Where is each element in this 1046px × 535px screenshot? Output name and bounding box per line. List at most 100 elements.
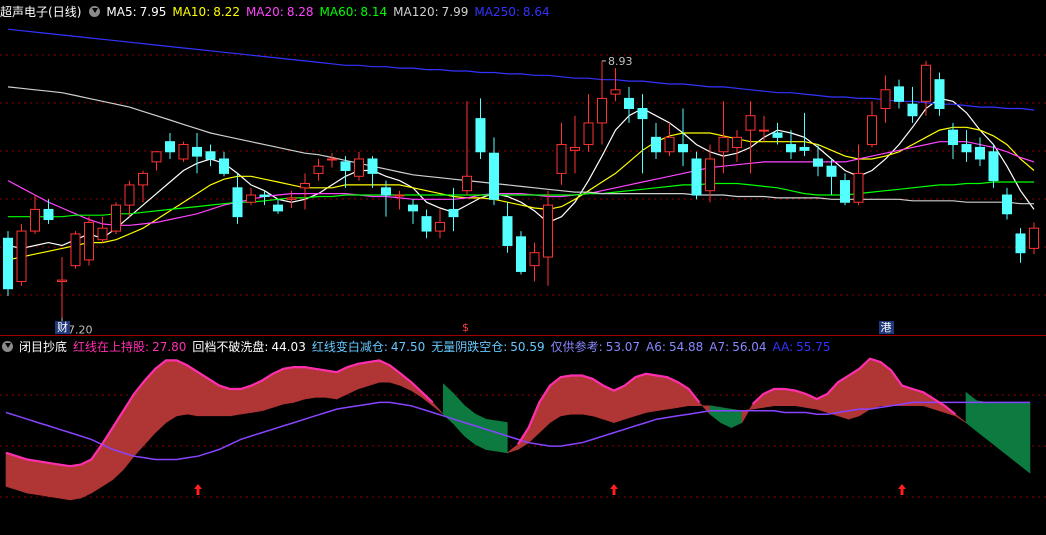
candle-body-down [165,141,175,153]
candle-body-up [16,230,27,283]
candle-body-up [543,204,553,258]
hold-area-red [272,368,284,408]
hold-area-red [581,375,593,417]
hold-area-red [155,359,167,434]
short-area-green [976,400,988,440]
settings-icon[interactable] [89,6,101,17]
candle-body-down [421,216,432,232]
candle-body-up [867,115,877,146]
candle-body-up [178,144,189,160]
event-marker[interactable]: 港 [878,321,894,334]
candle-body-up [664,136,675,153]
candle-body-down [273,204,283,212]
indicator-legend: 红线在上持股: 27.80 回档不破洗盘: 44.03 红线变白减仓: 47.50 无量阴跌… [73,340,836,354]
candle-body-down [259,194,270,197]
short-area-green [1019,402,1031,474]
hold-area-red [325,370,337,400]
chart-canvas: 8.93 7.20 [0,28,1046,501]
indicator-legend-item: 仅供参考: 53.07 [551,340,640,354]
hold-area-red [219,385,231,417]
candle-body-down [961,144,972,153]
hold-area-red [560,375,572,417]
candle-body-down [975,146,985,160]
candle-body-up [610,89,621,95]
candle-body-up [853,172,864,203]
candle-body-down [475,118,486,153]
candle-body-down [516,236,526,272]
candle-body-down [1015,233,1026,254]
moving-average-lines [7,28,1035,261]
candle-body-down [813,158,823,167]
ma-legend-label: MA60: [319,5,358,19]
indicator-name[interactable]: 闭目抄底 [19,340,67,354]
indicator-legend-item: A7: 56.04 [709,340,766,354]
candlestick-series [3,60,1039,318]
indicator-legend-label: 仅供参考: [550,340,603,354]
indicator-legend-item: 无量阴跌空仓: 50.59 [431,340,544,354]
ma-legend-value: 8.64 [522,5,550,19]
hold-area-red [59,464,71,501]
hold-area-red [368,360,380,387]
candle-body-up [435,221,445,232]
indicator-panel [5,357,1031,501]
candle-body-down [651,136,661,153]
hold-area-red [347,363,359,395]
indicator-legend-value: 47.50 [390,340,426,354]
hold-area-red [123,392,135,471]
candle-body-down [219,158,229,174]
hold-area-red [848,368,860,420]
settings-icon[interactable] [2,341,13,352]
candle-body-down [502,216,513,246]
candle-body-down [43,208,54,221]
hold-area-red [16,455,28,494]
event-marker[interactable]: 财 [55,321,70,334]
hold-area-red [5,452,17,491]
candle-body-up [30,208,40,232]
hold-area-red [283,366,295,405]
hold-area-red [229,388,241,417]
indicator-legend-label: 无量阴跌空仓: [431,340,508,354]
candle-body-down [1002,194,1012,215]
candle-body-up [97,227,108,241]
event-marker[interactable]: $ [460,321,471,334]
candle-body-down [786,144,796,153]
hold-area-red [645,373,657,413]
price-annotations: 8.93 7.20 [61,55,633,337]
hold-area-red [869,358,881,410]
short-area-green [1008,402,1020,466]
hold-area-red [955,413,967,423]
candle-body-down [381,187,391,196]
short-area-green [731,408,743,429]
ma-legend-label: MA5: [106,5,137,19]
hold-area-red [507,443,519,454]
ma-legend-item: MA250: 8.64 [474,5,549,19]
candle-body-up [111,204,121,232]
candle-body-up [286,197,297,200]
hold-area-red [240,385,252,415]
candle-body-up [57,279,67,283]
candle-body-down [624,97,634,110]
ma-line-ma250 [7,28,1035,111]
buy-arrow-icon [194,484,202,495]
candle-body-down [988,151,999,182]
indicator-legend-value: 27.80 [152,340,187,354]
ma-legend-value: 8.14 [360,5,388,19]
candle-body-down [799,146,810,151]
ma-legend-label: MA120: [393,5,439,19]
ma-legend-label: MA20: [245,5,284,19]
candle-body-down [637,108,648,120]
candle-body-up [718,136,729,153]
stock-name[interactable]: 超声电子 [0,5,48,19]
candle-body-up [124,184,135,206]
period-label: (日线) [48,5,82,19]
indicator-legend-value: 56.04 [732,340,767,354]
hold-area-red [571,375,583,415]
indicator-legend-item: AA: 55.75 [773,340,831,354]
short-area-green [475,413,487,450]
hold-area-red [357,361,369,390]
short-area-green [997,402,1009,457]
ma-legend-item: MA120: 7.99 [393,5,468,19]
candle-body-up [732,136,742,148]
hold-area-red [27,459,39,496]
candle-body-up [705,158,715,192]
